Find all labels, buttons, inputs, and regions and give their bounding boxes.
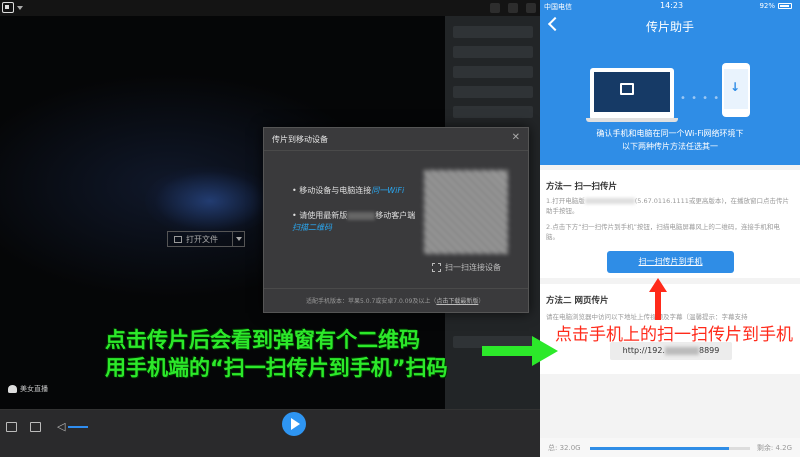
red-annotation: 点击手机上的扫一扫传片到手机	[555, 325, 793, 345]
download-icon: ↓	[730, 80, 741, 94]
scan-transfer-button[interactable]: 扫一扫传片到手机	[607, 251, 734, 273]
red-arrow-icon	[649, 278, 667, 320]
open-file-button[interactable]: 打开文件	[167, 231, 245, 247]
app-logo-icon[interactable]	[2, 2, 14, 13]
storage-bar: 总: 32.0G 剩余: 4.2G	[540, 438, 800, 457]
playlist-item[interactable]	[453, 106, 533, 118]
instruction-wifi: • 移动设备与电脑连接同一WiFi	[292, 186, 405, 195]
storage-progress	[590, 447, 750, 450]
version-note-text: 适配手机版本：苹果5.0.7或安卓7.0.09及以上（	[306, 298, 437, 305]
play-button[interactable]	[282, 412, 306, 436]
playlist-item[interactable]	[453, 46, 533, 58]
toolbox-icon[interactable]	[6, 422, 17, 432]
phone-screen: 中国电信 14:23 92% 传片助手 • • • • • ↓ 确认手机和电脑在…	[540, 0, 800, 457]
minimize-button[interactable]	[490, 3, 500, 13]
battery-indicator: 92%	[759, 2, 792, 10]
status-bar: 中国电信 14:23 92%	[540, 0, 800, 13]
phone-illustration: ↓	[722, 63, 750, 117]
download-latest-link[interactable]: 点击下载最新版	[436, 298, 478, 305]
annotation-line2: 用手机端的“扫一扫传片到手机”扫码	[105, 356, 448, 380]
green-arrow-icon	[482, 336, 558, 366]
wifi-highlight: 同一WiFi	[371, 186, 405, 195]
battery-percent: 92%	[759, 2, 775, 10]
clock: 14:23	[660, 1, 684, 10]
playlist-item[interactable]	[453, 86, 533, 98]
storage-total: 总: 32.0G	[548, 444, 581, 452]
phone-header: 传片助手 • • • • • ↓ 确认手机和电脑在同一个Wi-Fi网络环境下 以…	[540, 13, 800, 165]
player-titlebar	[0, 0, 540, 16]
url-suffix: 8899	[698, 346, 720, 355]
redacted-app-name	[347, 211, 376, 220]
method1-step2: 2.点击下方“扫一扫传片到手机”按钮，扫描电脑屏幕风上的二维码，连接手机和电脑。	[546, 223, 780, 241]
laptop-illustration	[586, 68, 678, 122]
live-badge[interactable]: 美女直播	[8, 384, 48, 394]
playlist-item[interactable]	[453, 66, 533, 78]
instruction-wifi-text: 移动设备与电脑连接	[299, 186, 372, 195]
laptop-base	[586, 118, 678, 122]
divider	[264, 288, 528, 289]
dialog-close-button[interactable]: ✕	[512, 132, 520, 143]
scan-highlight: 扫描二维码	[292, 223, 332, 232]
storage-progress-fill	[590, 447, 730, 450]
redacted-ip	[664, 346, 699, 355]
player-control-bar: ◁	[0, 409, 540, 457]
instruction-scan: • 请使用最新版 移动客户端扫描二维码	[292, 211, 416, 232]
volume-icon[interactable]: ◁	[57, 420, 65, 433]
carrier-label: 中国电信	[544, 3, 572, 11]
battery-icon	[778, 3, 792, 9]
heart-icon	[8, 385, 17, 393]
playlist-item[interactable]	[453, 26, 533, 38]
player-logo-glow	[145, 166, 275, 236]
open-file-label: 打开文件	[186, 234, 218, 244]
version-note: 适配手机版本：苹果5.0.7或安卓7.0.09及以上（点击下载最新版）	[306, 296, 484, 305]
divider	[264, 150, 528, 151]
wifi-requirement: 确认手机和电脑在同一个Wi-Fi网络环境下	[596, 129, 744, 138]
menu-dropdown-icon[interactable]	[17, 6, 23, 10]
annotation-line1: 点击传片后会看到弹窗有个二维码	[105, 328, 420, 352]
maximize-button[interactable]	[508, 3, 518, 13]
open-file-dropdown[interactable]	[232, 232, 244, 246]
dialog-title: 传片到移动设备	[272, 135, 328, 144]
window-controls	[490, 3, 536, 13]
folder-icon	[174, 235, 182, 243]
folder-icon[interactable]	[30, 422, 41, 432]
volume-slider[interactable]	[68, 426, 88, 428]
transfer-dialog: 传片到移动设备 ✕ • 移动设备与电脑连接同一WiFi • 请使用最新版 移动客户…	[263, 127, 529, 313]
method-choice-hint: 以下两种传片方法任选其一	[622, 142, 718, 151]
instruction-scan-text-b: 移动客户端	[375, 211, 416, 220]
page-title: 传片助手	[645, 20, 694, 34]
instruction-scan-text-a: 请使用最新版	[299, 211, 348, 220]
live-label: 美女直播	[20, 385, 48, 393]
version-note-end: ）	[478, 298, 485, 305]
url-prefix: http://192.	[622, 346, 665, 355]
method2-title: 方法二 网页传片	[546, 296, 609, 306]
close-window-button[interactable]	[526, 3, 536, 13]
scan-icon	[432, 263, 441, 272]
scan-connect-text: 扫一扫连接设备	[445, 263, 501, 272]
method1-step1: 1.打开电脑版 (5.67.0116.1111或更高版本)，在播放窗口点击传片助手…	[546, 196, 791, 216]
qr-code	[424, 170, 508, 254]
method1-step1-a: 1.打开电脑版	[546, 197, 585, 205]
scan-connect-label: 扫一扫连接设备	[432, 262, 501, 273]
storage-remaining: 剩余: 4.2G	[756, 444, 792, 452]
player-icon	[620, 83, 634, 95]
method1-title: 方法一 扫一扫传片	[546, 182, 617, 192]
redacted-app-name	[584, 198, 635, 204]
